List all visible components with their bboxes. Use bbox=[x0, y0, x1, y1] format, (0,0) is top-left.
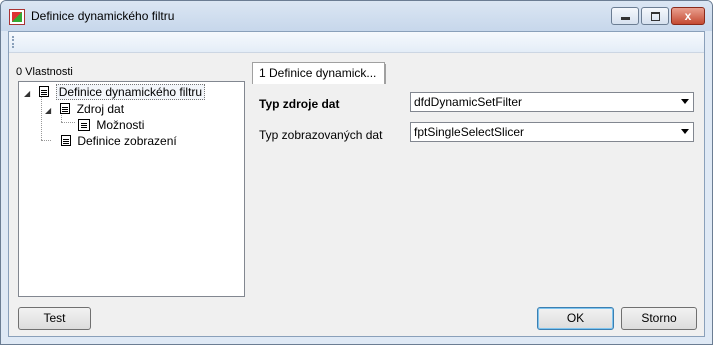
tree-item-zdroj-dat[interactable]: ◢ Zdroj dat bbox=[45, 102, 124, 116]
dialog-window: Definice dynamického filtru x 0 Vlastnos… bbox=[0, 0, 713, 345]
tree-item-moznosti[interactable]: Možnosti bbox=[78, 118, 144, 132]
tab-definice[interactable]: 1 Definice dynamick... bbox=[252, 62, 385, 84]
app-icon bbox=[9, 9, 25, 25]
expand-triangle-icon[interactable]: ◢ bbox=[45, 106, 53, 115]
source-type-label: Typ zdroje dat bbox=[259, 97, 340, 111]
test-button[interactable]: Test bbox=[18, 307, 91, 330]
maximize-button[interactable] bbox=[641, 7, 669, 25]
tree-item-label: Definice dynamického filtru bbox=[55, 84, 206, 100]
dialog-body: 0 Vlastnosti ◢ Definice dynamického filt… bbox=[8, 31, 705, 337]
source-type-value: dfdDynamicSetFilter bbox=[414, 95, 523, 109]
display-data-type-value: fptSingleSelectSlicer bbox=[414, 125, 525, 139]
close-icon: x bbox=[684, 9, 692, 23]
toolbar bbox=[9, 32, 704, 53]
tree-item-definice-dynamickeho-filtru[interactable]: ◢ Definice dynamického filtru bbox=[24, 84, 206, 100]
window-title: Definice dynamického filtru bbox=[31, 9, 175, 23]
title-bar[interactable]: Definice dynamického filtru x bbox=[1, 1, 712, 31]
tab-divider bbox=[385, 64, 386, 84]
document-icon bbox=[60, 103, 71, 114]
tree-line bbox=[61, 122, 75, 123]
cancel-button[interactable]: Storno bbox=[621, 307, 697, 330]
chevron-down-icon[interactable] bbox=[681, 99, 689, 104]
tree-item-definice-zobrazeni[interactable]: Definice zobrazení bbox=[57, 134, 177, 148]
ok-button[interactable]: OK bbox=[537, 307, 614, 330]
display-data-type-label: Typ zobrazovaných dat bbox=[259, 128, 383, 142]
expand-triangle-icon[interactable]: ◢ bbox=[24, 89, 32, 98]
tree-item-label: Definice zobrazení bbox=[77, 134, 177, 148]
tree-line bbox=[41, 140, 51, 141]
display-data-type-select[interactable]: fptSingleSelectSlicer bbox=[410, 122, 694, 142]
tree-item-label: Zdroj dat bbox=[76, 102, 125, 116]
tree-item-label: Možnosti bbox=[96, 118, 145, 132]
toolbar-grip-icon[interactable] bbox=[12, 36, 16, 48]
chevron-down-icon[interactable] bbox=[681, 129, 689, 134]
minimize-button[interactable] bbox=[611, 7, 639, 25]
document-icon bbox=[61, 135, 71, 146]
close-button[interactable]: x bbox=[671, 7, 705, 25]
tree-line bbox=[41, 92, 42, 140]
document-icon bbox=[39, 86, 50, 97]
source-type-select[interactable]: dfdDynamicSetFilter bbox=[410, 92, 694, 112]
document-stack-icon bbox=[78, 119, 90, 131]
properties-tree[interactable]: ◢ Definice dynamického filtru ◢ Zdroj da… bbox=[18, 81, 245, 297]
properties-label: 0 Vlastnosti bbox=[16, 66, 73, 78]
